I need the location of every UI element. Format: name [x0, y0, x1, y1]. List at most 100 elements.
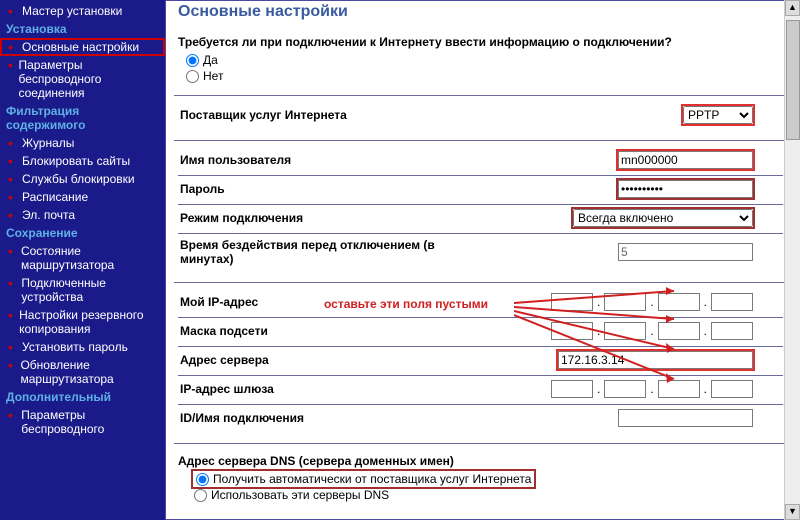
bullet-icon: •	[8, 358, 16, 372]
dot-icon: .	[704, 382, 707, 396]
gateway-octet-2[interactable]	[604, 380, 646, 398]
gateway-octet-3[interactable]	[658, 380, 700, 398]
password-input[interactable]	[618, 180, 753, 198]
sidebar: • Мастер установки Установка • Основные на…	[0, 0, 165, 520]
sidebar-item-label: Основные настройки	[22, 40, 139, 54]
password-label: Пароль	[178, 182, 478, 196]
dot-icon: .	[704, 295, 707, 309]
bullet-icon: •	[8, 308, 15, 322]
provider-label: Поставщик услуг Интернета	[178, 108, 478, 122]
bullet-icon: •	[8, 244, 17, 258]
sidebar-item-wireless-params[interactable]: • Параметры беспроводного соединения	[0, 56, 165, 102]
bullet-icon: •	[8, 190, 18, 204]
sidebar-item-label: Установить пароль	[22, 340, 128, 354]
radio-yes-label: Да	[203, 53, 218, 67]
myip-group: . . .	[551, 293, 753, 311]
section-provider: Поставщик услуг Интернета PPTP	[174, 96, 787, 141]
mask-octet-1[interactable]	[551, 322, 593, 340]
sidebar-item-label: Состояние маршрутизатора	[21, 244, 161, 272]
myip-octet-1[interactable]	[551, 293, 593, 311]
connid-label: ID/Имя подключения	[178, 411, 478, 425]
sidebar-item-wireless-adv[interactable]: •Параметры беспроводного	[0, 406, 165, 438]
sidebar-heading-advanced: Дополнительный	[0, 388, 165, 406]
idle-input	[618, 243, 753, 261]
sidebar-item-label: Настройки резервного копирования	[19, 308, 161, 336]
gateway-octet-1[interactable]	[551, 380, 593, 398]
page-title: Основные настройки	[178, 3, 787, 21]
sidebar-item-wizard[interactable]: • Мастер установки	[0, 2, 165, 20]
dot-icon: .	[597, 295, 600, 309]
sidebar-item-label: Эл. почта	[22, 208, 75, 222]
gateway-label: IP-адрес шлюза	[178, 382, 478, 396]
radio-dns-auto[interactable]	[196, 473, 209, 486]
sidebar-heading-install: Установка	[0, 20, 165, 38]
section-login-required: Требуется ли при подключении к Интернету…	[174, 29, 787, 96]
mask-octet-3[interactable]	[658, 322, 700, 340]
sidebar-heading-save: Сохранение	[0, 224, 165, 242]
myip-octet-3[interactable]	[658, 293, 700, 311]
section-ip: оставьте эти поля пустыми Мой IP-адрес .…	[174, 283, 787, 444]
connid-input[interactable]	[618, 409, 753, 427]
section-credentials: Имя пользователя Пароль Режим подключени…	[174, 141, 787, 283]
content-pane: Основные настройки Требуется ли при подк…	[165, 0, 800, 520]
radio-row-no[interactable]: Нет	[186, 69, 783, 83]
mask-octet-2[interactable]	[604, 322, 646, 340]
server-address-input[interactable]	[558, 351, 753, 369]
dns-title: Адрес сервера DNS (сервера доменных имен…	[178, 454, 783, 468]
scroll-up-button[interactable]: ▲	[785, 0, 800, 16]
server-label: Адрес сервера	[178, 353, 478, 367]
bullet-icon: •	[8, 208, 18, 222]
bullet-icon: •	[8, 40, 18, 54]
mask-octet-4[interactable]	[711, 322, 753, 340]
bullet-icon: •	[8, 58, 14, 72]
bullet-icon: •	[8, 172, 18, 186]
sidebar-item-label: Параметры беспроводного	[21, 408, 161, 436]
sidebar-item-label: Мастер установки	[22, 4, 122, 18]
sidebar-item-attached-devices[interactable]: • Подключенные устройства	[0, 274, 165, 306]
bullet-icon: •	[8, 340, 18, 354]
radio-no[interactable]	[186, 70, 199, 83]
dot-icon: .	[704, 324, 707, 338]
gateway-group: . . .	[551, 380, 753, 398]
sidebar-item-label: Параметры беспроводного соединения	[18, 58, 161, 100]
sidebar-item-basic-settings[interactable]: • Основные настройки	[0, 38, 165, 56]
sidebar-item-label: Обновление маршрутизатора	[20, 358, 161, 386]
vertical-scrollbar[interactable]: ▲ ▼	[784, 0, 800, 520]
dot-icon: .	[650, 324, 653, 338]
sidebar-item-router-status[interactable]: • Состояние маршрутизатора	[0, 242, 165, 274]
radio-dns-auto-label: Получить автоматически от поставщика усл…	[213, 472, 531, 486]
mode-select[interactable]: Всегда включено	[573, 209, 753, 227]
radio-dns-manual-label: Использовать эти серверы DNS	[211, 488, 389, 502]
bullet-icon: •	[8, 276, 17, 290]
gateway-octet-4[interactable]	[711, 380, 753, 398]
radio-yes[interactable]	[186, 54, 199, 67]
sidebar-item-email[interactable]: • Эл. почта	[0, 206, 165, 224]
sidebar-item-block-services[interactable]: •Службы блокировки	[0, 170, 165, 188]
radio-row-dns-auto[interactable]: Получить автоматически от поставщика усл…	[194, 472, 533, 486]
provider-select[interactable]: PPTP	[683, 106, 753, 124]
sidebar-item-backup-settings[interactable]: • Настройки резервного копирования	[0, 306, 165, 338]
username-input[interactable]	[618, 151, 753, 169]
sidebar-item-label: Блокировать сайты	[22, 154, 130, 168]
sidebar-heading-filter: Фильтрация содержимого	[0, 102, 165, 134]
login-required-question: Требуется ли при подключении к Интернету…	[178, 35, 783, 49]
radio-row-dns-manual[interactable]: Использовать эти серверы DNS	[194, 488, 783, 502]
radio-row-yes[interactable]: Да	[186, 53, 783, 67]
sidebar-item-label: Подключенные устройства	[21, 276, 161, 304]
sidebar-item-block-sites[interactable]: • Блокировать сайты	[0, 152, 165, 170]
username-label: Имя пользователя	[178, 153, 478, 167]
myip-octet-4[interactable]	[711, 293, 753, 311]
sidebar-item-logs[interactable]: •Журналы	[0, 134, 165, 152]
radio-dns-manual[interactable]	[194, 489, 207, 502]
bullet-icon: •	[8, 4, 18, 18]
sidebar-item-set-password[interactable]: • Установить пароль	[0, 338, 165, 356]
sidebar-item-label: Журналы	[22, 136, 74, 150]
dot-icon: .	[650, 295, 653, 309]
bullet-icon: •	[8, 154, 18, 168]
sidebar-item-schedule[interactable]: •Расписание	[0, 188, 165, 206]
scroll-thumb[interactable]	[786, 20, 800, 140]
scroll-down-button[interactable]: ▼	[785, 504, 800, 520]
myip-octet-2[interactable]	[604, 293, 646, 311]
mode-label: Режим подключения	[178, 211, 478, 225]
sidebar-item-router-upgrade[interactable]: • Обновление маршрутизатора	[0, 356, 165, 388]
